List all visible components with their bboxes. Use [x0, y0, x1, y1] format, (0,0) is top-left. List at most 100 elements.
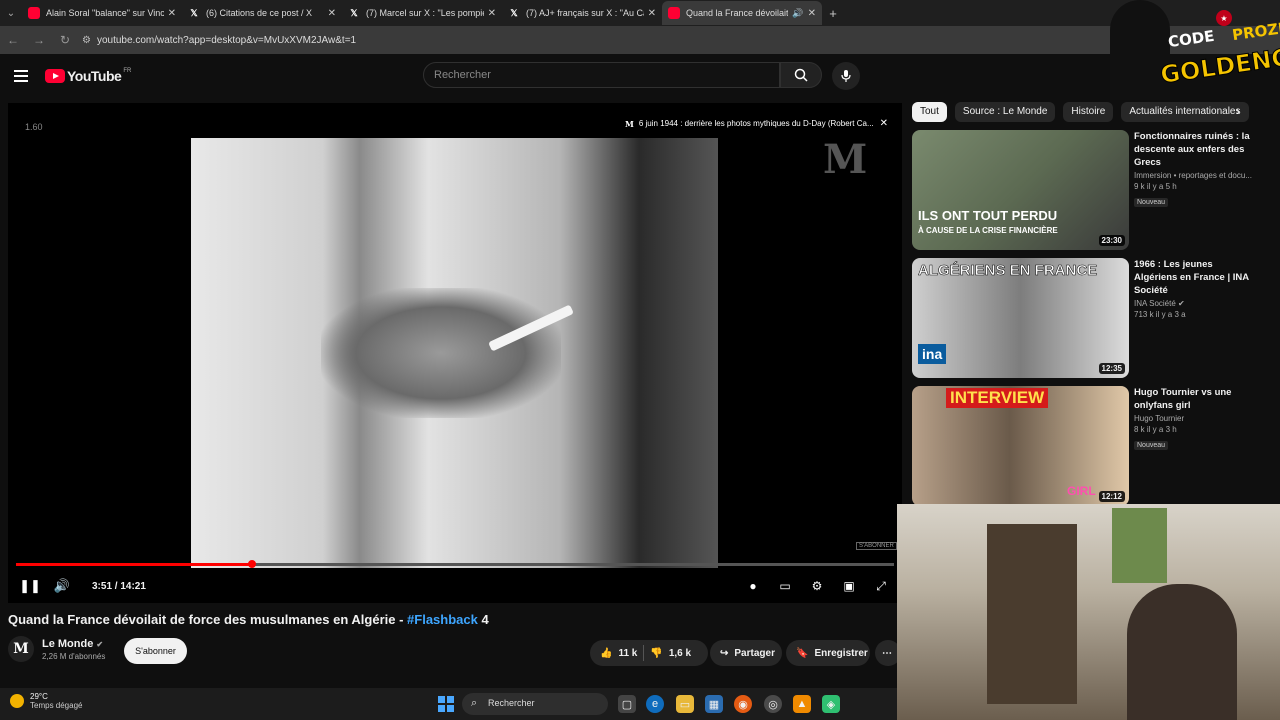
new-badge: Nouveau — [1134, 198, 1169, 207]
recommendation-item[interactable]: ALGÉRIENS EN FRANCE ina 12:35 1966 : Les… — [912, 258, 1257, 378]
thumbs-down-icon: 👎 — [650, 647, 663, 659]
close-card-icon[interactable]: ✕ — [880, 118, 888, 129]
recommendation-channel[interactable]: Immersion • reportages et docu... — [1134, 171, 1256, 180]
menu-icon[interactable] — [14, 67, 28, 85]
verified-icon: ✔ — [96, 639, 104, 649]
store-icon[interactable]: ▦ — [705, 695, 723, 713]
browser-tab-active[interactable]: Quand la France dévoilait d 🔊 ✕ — [662, 1, 822, 25]
overlay-code-text: CODE — [1166, 26, 1216, 52]
windows-taskbar: 29°C Temps dégagé ⌕ Rechercher ▢ e ▭ ▦ ◉… — [0, 688, 897, 720]
miniplayer-icon[interactable]: ▣ — [838, 579, 860, 593]
streamer — [1127, 584, 1237, 720]
vlc-icon[interactable]: ▲ — [793, 695, 811, 713]
channel-text: Le Monde ✔ 2,26 M d'abonnés — [42, 638, 105, 661]
back-arrow-icon[interactable]: ← — [0, 33, 26, 47]
chip-source[interactable]: Source : Le Monde — [954, 102, 1056, 122]
video-thumbnail[interactable]: INTERVIEW GIRL 12:12 — [912, 386, 1129, 506]
fullscreen-icon[interactable]: ⤢ — [870, 579, 892, 594]
video-player[interactable]: 1.60 M 6 juin 1944 : derrière les photos… — [8, 103, 902, 603]
taskbar-search[interactable]: ⌕ Rechercher — [462, 693, 608, 715]
recommendation-title[interactable]: Fonctionnaires ruinés : la descente aux … — [1134, 130, 1256, 169]
info-card[interactable]: M 6 juin 1944 : derrière les photos myth… — [625, 118, 888, 129]
close-tab-icon[interactable]: ✕ — [488, 8, 496, 19]
reload-icon[interactable]: ↻ — [52, 33, 78, 47]
chrome-icon[interactable]: ◎ — [764, 695, 782, 713]
recommendation-channel[interactable]: INA Société ✔ — [1134, 299, 1256, 308]
video-thumbnail[interactable]: ILS ONT TOUT PERDU À CAUSE DE LA CRISE F… — [912, 130, 1129, 250]
share-button[interactable]: ↪ Partager — [710, 640, 782, 666]
chip-international[interactable]: Actualités internationales — [1121, 102, 1249, 122]
tab-title: (7) AJ+ français sur X : "Au Can — [526, 8, 644, 18]
close-tab-icon[interactable]: ✕ — [808, 8, 816, 19]
edge-icon[interactable]: e — [646, 695, 664, 713]
like-button[interactable]: 👍 11 k — [600, 648, 637, 659]
subtitles-icon[interactable]: ▭ — [774, 579, 796, 593]
volume-icon[interactable]: 🔊 — [46, 578, 78, 594]
close-tab-icon[interactable]: ✕ — [648, 8, 656, 19]
youtube-logo[interactable]: YouTube FR — [45, 68, 131, 84]
new-tab-button[interactable]: + — [822, 6, 844, 21]
browser-tab-3[interactable]: 𝕏 (7) Marcel sur X : "Les pompiers ✕ — [342, 1, 502, 25]
autoplay-toggle-icon[interactable]: ● — [742, 579, 764, 593]
save-label: Enregistrer — [814, 647, 868, 659]
voice-search-button[interactable] — [832, 62, 860, 90]
recommendation-meta: Hugo Tournier vs une onlyfans girl Hugo … — [1134, 386, 1256, 452]
recommendation-item[interactable]: INTERVIEW GIRL 12:12 Hugo Tournier vs un… — [912, 386, 1257, 506]
dislike-button[interactable]: 👎 1,6 k — [650, 648, 691, 659]
video-title-suffix: 4 — [477, 612, 489, 627]
logo-text: YouTube — [67, 68, 122, 84]
webcam-feed — [897, 504, 1280, 720]
chip-history[interactable]: Histoire — [1063, 102, 1114, 122]
video-thumbnail[interactable]: ALGÉRIENS EN FRANCE ina 12:35 — [912, 258, 1129, 378]
app-icon[interactable]: ◈ — [822, 695, 840, 713]
recommendation-views: 713 k il y a 3 a — [1134, 310, 1186, 319]
divider — [643, 645, 645, 661]
subscribe-button[interactable]: S'abonner — [124, 638, 187, 664]
like-count: 11 k — [618, 647, 638, 659]
chevron-right-icon[interactable]: › — [1236, 104, 1240, 118]
windows-start-icon[interactable] — [438, 696, 454, 712]
playback-speed: 1.60 — [25, 122, 43, 132]
browser-tab-2[interactable]: 𝕏 (6) Citations de ce post / X ✕ — [182, 1, 342, 25]
speaker-icon[interactable]: 🔊 — [792, 8, 803, 19]
channel-avatar[interactable]: M — [8, 636, 34, 662]
tab-title: Alain Soral "balance" sur Vincent — [46, 8, 164, 18]
duration-badge: 12:35 — [1098, 363, 1125, 374]
save-button[interactable]: 🔖 Enregistrer — [786, 640, 870, 666]
sun-icon — [10, 694, 24, 708]
country-code: FR — [123, 68, 132, 74]
settings-gear-icon[interactable]: ⚙ — [806, 579, 828, 593]
close-tab-icon[interactable]: ✕ — [328, 8, 336, 19]
close-tab-icon[interactable]: ✕ — [168, 8, 176, 19]
hashtag-link[interactable]: #Flashback — [407, 612, 478, 627]
firefox-icon[interactable]: ◉ — [734, 695, 752, 713]
channel-watermark[interactable]: M — [823, 136, 867, 183]
file-explorer-icon[interactable]: ▭ — [676, 695, 694, 713]
tab-list-chevron-icon[interactable]: ⌄ — [0, 0, 22, 26]
scrubber-handle[interactable] — [247, 560, 256, 568]
search-button[interactable] — [780, 62, 822, 88]
chip-all[interactable]: Tout — [912, 102, 947, 122]
progress-bar[interactable] — [16, 560, 894, 568]
subscribe-overlay[interactable]: S'ABONNER — [856, 542, 897, 550]
browser-tab-1[interactable]: Alain Soral "balance" sur Vincent ✕ — [22, 1, 182, 25]
recommendation-item[interactable]: ILS ONT TOUT PERDU À CAUSE DE LA CRISE F… — [912, 130, 1257, 250]
site-info-icon[interactable]: ⚙ — [82, 35, 91, 46]
search-input[interactable]: Rechercher — [423, 62, 780, 88]
thumbnail-text: ALGÉRIENS EN FRANCE — [918, 262, 1098, 280]
le-monde-icon: M — [625, 118, 634, 129]
task-view-icon[interactable]: ▢ — [618, 695, 636, 713]
recommendation-title[interactable]: 1966 : Les jeunes Algériens en France | … — [1134, 258, 1256, 297]
recommendation-title[interactable]: Hugo Tournier vs une onlyfans girl — [1134, 386, 1256, 412]
url-field[interactable]: youtube.com/watch?app=desktop&v=MvUxXVM2… — [97, 35, 356, 46]
video-frame[interactable] — [191, 138, 718, 568]
recommendation-channel[interactable]: Hugo Tournier — [1134, 414, 1256, 423]
pause-icon[interactable]: ❚❚ — [14, 578, 46, 594]
share-label: Partager — [734, 647, 775, 659]
browser-tab-4[interactable]: 𝕏 (7) AJ+ français sur X : "Au Can ✕ — [502, 1, 662, 25]
channel-name[interactable]: Le Monde ✔ — [42, 638, 105, 650]
wall-poster — [1112, 508, 1167, 583]
weather-text: 29°C Temps dégagé — [30, 692, 82, 710]
forward-arrow-icon[interactable]: → — [26, 33, 52, 47]
weather-widget[interactable]: 29°C Temps dégagé — [10, 692, 82, 710]
